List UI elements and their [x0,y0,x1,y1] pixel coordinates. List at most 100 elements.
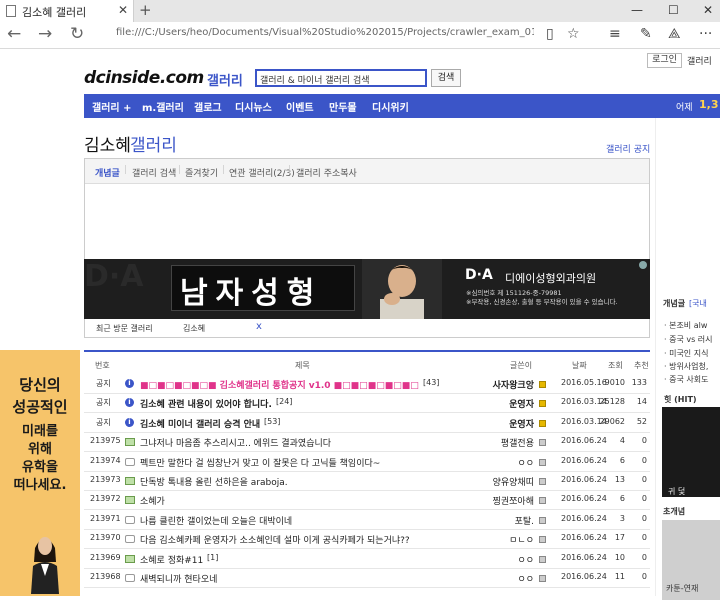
table-row[interactable]: 213973 단독방 톡내용 올린 선하은을 araboja. 양유양채띠 2016.… [84,471,650,491]
share-icon[interactable]: ⟁ [668,26,681,42]
concept-item[interactable]: · 중국 vs 러시 [664,334,713,345]
post-writer[interactable]: ㅇㅇ [414,572,534,585]
post-title[interactable]: 나름 클린한 갤이었는데 오늘은 대박이네 [140,514,292,527]
post-title[interactable]: ■□■□■□■□■ 김소혜갤러리 통합공지 v1.0 ■□■□■□■□■□ [140,378,419,391]
comment-count[interactable]: [1] [207,553,218,562]
header-number: 번호 [95,361,110,370]
ad-text-line: 성공적인 [12,398,68,416]
search-input[interactable]: 갤러리 & 마이너 갤러리 검색 [255,69,427,87]
image-post-icon [125,477,135,485]
tab-copy-address[interactable]: 갤러리 주소복사 [296,166,357,179]
forward-icon[interactable]: → [38,24,52,44]
nav-item-dcnews[interactable]: 디시뉴스 [235,99,272,114]
minimize-icon[interactable]: — [631,3,643,17]
hub-icon[interactable]: ≡ [609,26,621,42]
nav-item-mandumall[interactable]: 만두몰 [329,99,357,114]
post-title[interactable]: 그냐저나 마음좀 추스리시고.. 에위드 결과였습니다 [140,436,331,449]
notes-icon[interactable]: ✎ [640,26,652,42]
tab-concept[interactable]: 개념글 [95,166,120,179]
comment-count[interactable]: [53] [264,417,280,426]
table-row[interactable]: 213975 그냐저나 마음좀 추스리시고.. 에위드 결과였습니다 평갤전용 201… [84,432,650,453]
post-writer[interactable]: ㅁㄴㅇ [414,533,534,546]
recent-gallery-item[interactable]: 김소혜 [183,323,205,334]
remove-recent-icon[interactable]: x [256,321,262,332]
close-tab-icon[interactable]: ✕ [118,3,128,17]
post-title[interactable]: 소혜가 [140,494,165,507]
cartoon-caption: 카툰-연재 [666,584,699,593]
gallery-link[interactable]: 갤러리 [687,54,712,67]
tab-separator: | [288,165,292,175]
logo-gallery-label[interactable]: 갤러리 [207,70,243,89]
post-writer[interactable]: ㅇㅇ [414,553,534,566]
post-writer[interactable]: 찡권쪼아해 [414,494,534,507]
table-row[interactable]: 213968 새벽되니까 현타오네 ㅇㅇ 2016.06.24 11 0 [84,568,650,588]
user-badge-icon [539,575,546,582]
post-number: 공지 [96,379,111,388]
site-logo[interactable]: dcinside.com [84,68,204,88]
text-post-icon [125,574,135,582]
visitor-count: 1,3 [699,98,719,111]
browser-tab[interactable]: 김소혜 갤러리 ✕ [0,0,134,22]
table-row[interactable]: 213971 나름 클린한 갤이었는데 오늘은 대박이네 포탈. 2016.06.24… [84,510,650,530]
recent-gallery-bar [85,318,649,337]
nav-item-m-gallery[interactable]: m.갤러리 [142,99,184,114]
table-row[interactable]: 공지 i ■□■□■□■□■ 김소혜갤러리 통합공지 v1.0 ■□■□■□■□■□… [84,374,650,394]
post-writer[interactable]: 양유양채띠 [414,475,534,488]
back-icon[interactable]: ← [7,24,21,44]
table-row[interactable]: 213972 소혜가 찡권쪼아해 2016.06.24 6 0 [84,490,650,511]
nav-item-dcwiki[interactable]: 디시위키 [372,99,409,114]
post-writer[interactable]: 운영자 [414,417,534,430]
hit-thumbnail[interactable] [662,407,720,497]
refresh-icon[interactable]: ↻ [70,24,84,44]
gallery-notice-link[interactable]: 갤러리 공지 [606,142,650,155]
post-writer[interactable]: 운영자 [414,397,534,410]
login-button[interactable]: 로그인 [647,53,682,68]
user-badge-icon [539,458,546,466]
concept-item[interactable]: · 방위사업청, [664,361,708,372]
concept-item[interactable]: · 본조비 alw [664,320,707,331]
tab-related-gallery[interactable]: 연관 갤러리(2/3) [229,166,295,179]
reading-view-icon[interactable]: ▯ [546,26,554,42]
nav-item-gallog[interactable]: 갤로그 [194,99,222,114]
post-writer[interactable]: ㅇㅇ [414,456,534,469]
table-row[interactable]: 213970 다음 김소혜카페 운영자가 소소혜인데 설마 이게 공식카페가 되는… [84,529,650,550]
post-title[interactable]: 펙트만 말한다 걸 씹창난거 맞고 이 잘못은 다 고닉들 책임이다~ [140,456,380,469]
table-row[interactable]: 공지 i 김소혜 미이너 갤러리 승격 안내 [53] 운영자 2016.03.14 290… [84,413,650,433]
tab-favorites[interactable]: 즐겨찾기 [185,166,218,179]
new-tab-button[interactable]: + [139,1,152,19]
post-title[interactable]: 새벽되니까 현타오네 [140,572,217,585]
user-badge-icon [539,497,546,505]
favorite-star-icon[interactable]: ☆ [567,26,580,42]
tab-gallery-search[interactable]: 갤러리 검색 [132,166,176,179]
ad-text-line: 유학을 [22,460,58,475]
post-number: 213974 [90,455,121,465]
nav-item-event[interactable]: 이벤트 [286,99,314,114]
post-title[interactable]: 김소혜 관련 내용이 있어야 합니다. [140,397,272,410]
post-writer[interactable]: 사자왕크앙 [414,378,534,391]
more-icon[interactable]: ··· [699,26,712,42]
ad-model-image [31,537,59,594]
table-row[interactable]: 213969 소혜로 정화#11 [1] ㅇㅇ 2016.06.24 10 0 [84,549,650,569]
search-button[interactable]: 검색 [431,69,461,87]
user-badge-icon [539,439,546,447]
banner-hospital-name: 디에이성형외과의원 [505,272,597,285]
comment-count[interactable]: [24] [276,397,292,406]
post-writer[interactable]: 포탈. [414,514,534,527]
concept-item[interactable]: · 미국인 지식 [664,348,708,359]
table-row[interactable]: 213974 펙트만 말한다 걸 씹창난거 맞고 이 잘못은 다 고닉들 책임이다… [84,452,650,472]
post-number: 213970 [90,533,121,543]
ad-info-icon[interactable] [639,261,647,269]
table-row[interactable]: 공지 i 김소혜 관련 내용이 있어야 합니다. [24] 운영자 2016.03.14 2… [84,393,650,414]
concept-item[interactable]: · 중국 사회도 [664,374,708,385]
post-title[interactable]: 다음 김소혜카페 운영자가 소소혜인데 설마 이게 공식카페가 되는거냐?? [140,533,410,546]
post-title[interactable]: 소혜로 정화#11 [140,553,203,566]
concept-domestic-link[interactable]: [국내 [689,298,707,309]
post-title[interactable]: 김소혜 미이너 갤러리 승격 안내 [140,417,260,430]
post-title[interactable]: 단독방 톡내용 올린 선하은을 araboja. [140,475,288,488]
maximize-icon[interactable]: ☐ [668,3,679,17]
tab-separator: | [178,165,182,175]
nav-item-gallery[interactable]: 갤러리 + [92,99,131,114]
post-writer[interactable]: 평갤전용 [414,436,534,449]
close-window-icon[interactable]: ✕ [703,3,713,17]
banner-headline: 남자성형 [180,276,323,311]
